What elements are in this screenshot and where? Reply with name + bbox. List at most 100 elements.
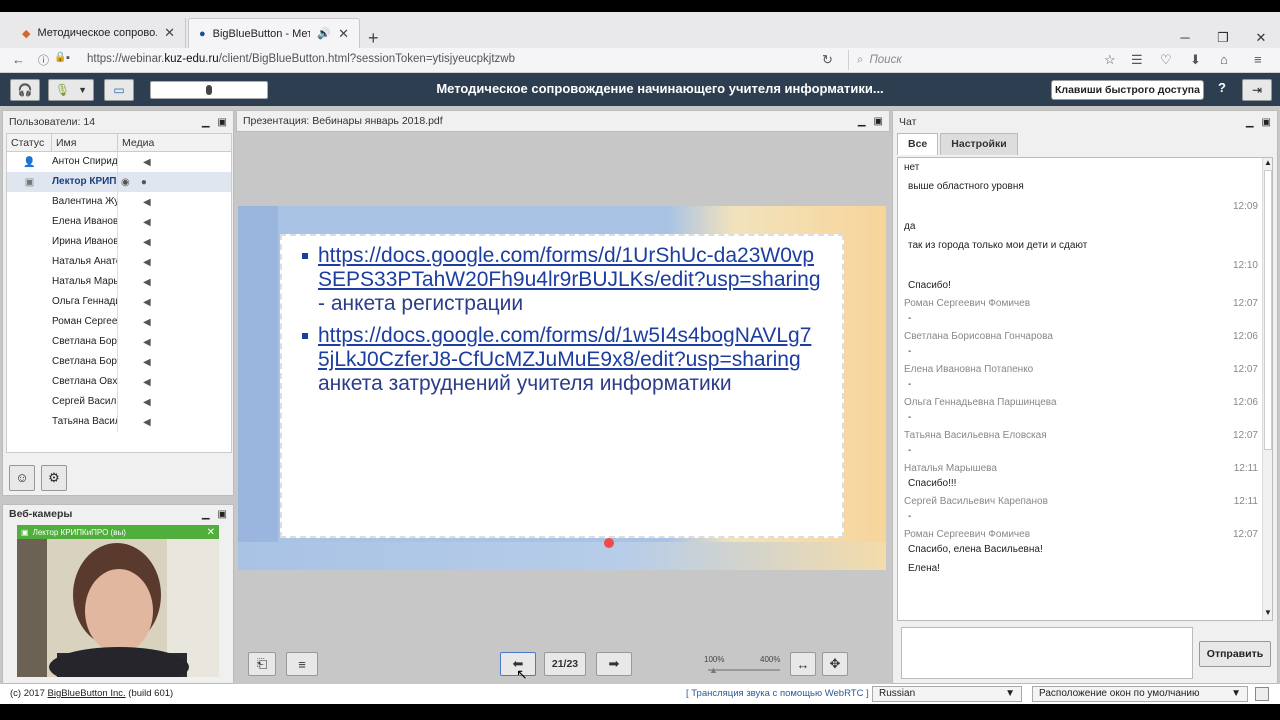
- registration-form-link[interactable]: https://docs.google.com/forms/d/1UrShUc-…: [318, 244, 821, 291]
- audio-icon: ◀: [143, 216, 151, 228]
- user-row[interactable]: 👤 Антон Спиридо ◀: [7, 152, 231, 172]
- column-media[interactable]: Медиа: [118, 134, 178, 151]
- user-row[interactable]: Татьяна Васил ◀: [7, 412, 231, 432]
- speaker-icon[interactable]: 🔊: [317, 27, 331, 40]
- browser-tab-strip: ◆ Методическое сопрово... ✕ ● BigBlueBut…: [0, 12, 1280, 48]
- zoom-slider-thumb[interactable]: ▲: [709, 665, 718, 675]
- chat-text: выше областного уровня: [908, 181, 1024, 192]
- user-row[interactable]: Елена Ивановн ◀: [7, 212, 231, 232]
- tab-settings[interactable]: Настройки: [940, 133, 1018, 155]
- new-tab-icon[interactable]: +: [368, 28, 379, 49]
- webcam-button[interactable]: ▭: [104, 79, 134, 101]
- home-icon[interactable]: ⌂: [1220, 52, 1228, 67]
- column-name[interactable]: Имя: [52, 134, 118, 151]
- bookmark-star-icon[interactable]: ☆: [1104, 52, 1116, 68]
- user-row[interactable]: Светлана Бори ◀: [7, 332, 231, 352]
- info-icon[interactable]: ⓘ: [38, 52, 49, 68]
- bbb-link[interactable]: BigBlueButton Inc.: [48, 688, 126, 699]
- minimize-icon[interactable]: ▁: [1246, 117, 1254, 128]
- minimize-icon[interactable]: ▁: [858, 116, 866, 127]
- url-bar[interactable]: https://webinar.kuz-edu.ru/client/BigBlu…: [87, 53, 515, 65]
- user-row[interactable]: Наталья Марыш ◀: [7, 272, 231, 292]
- users-panel: Пользователи: 14 ▁ ▣ Статус Имя Медиа 👤 А…: [2, 110, 234, 496]
- tab-all[interactable]: Все: [897, 133, 939, 155]
- chat-scrollbar[interactable]: ▲ ▼: [1262, 158, 1272, 620]
- language-select[interactable]: Russian ▼: [872, 686, 1022, 702]
- maximize-icon[interactable]: ▣: [218, 117, 227, 128]
- build-text: (build 601): [125, 688, 174, 699]
- scroll-down-icon[interactable]: ▼: [1264, 608, 1272, 617]
- headset-button[interactable]: 🎧: [10, 79, 40, 101]
- poll-button[interactable]: ≡: [286, 652, 318, 676]
- user-row[interactable]: Светлана Овх ◀: [7, 372, 231, 392]
- chat-message-header: Светлана Борисовна Гончарова 12:06: [904, 328, 1258, 342]
- minimize-icon[interactable]: ▁: [202, 509, 210, 520]
- user-name: Светлана Бори: [52, 332, 118, 352]
- volume-slider[interactable]: [150, 81, 268, 99]
- close-tab-icon[interactable]: ✕: [338, 26, 349, 42]
- webcam-video[interactable]: ▣ Лектор КРИПКиПРО (вы) ✕: [17, 525, 219, 677]
- zoom-slider[interactable]: [708, 669, 780, 671]
- shortcuts-button[interactable]: Клавиши быстрого доступа: [1051, 80, 1204, 100]
- volume-slider-knob[interactable]: [206, 85, 212, 95]
- scrollbar-thumb[interactable]: [1264, 170, 1272, 450]
- next-slide-button[interactable]: ➡: [596, 652, 632, 676]
- microphone-button[interactable]: 🎙 ▼: [48, 79, 94, 101]
- scroll-up-icon[interactable]: ▲: [1264, 158, 1272, 167]
- users-list: Статус Имя Медиа 👤 Антон Спиридо ◀ ▣ Лектор…: [6, 133, 232, 453]
- chat-input[interactable]: [901, 627, 1193, 679]
- user-row[interactable]: Роман Сергеев ◀: [7, 312, 231, 332]
- chat-text: Спасибо!!!: [908, 478, 957, 489]
- microphone-icon: 🎙: [54, 83, 71, 97]
- column-status[interactable]: Статус: [7, 134, 52, 151]
- help-button[interactable]: ?: [1212, 80, 1232, 100]
- pocket-icon[interactable]: ♡: [1160, 52, 1172, 68]
- layout-select[interactable]: Расположение окон по умолчанию ▼: [1032, 686, 1248, 702]
- user-row[interactable]: Наталья Анато ◀: [7, 252, 231, 272]
- language-value: Russian: [879, 688, 916, 699]
- upload-button[interactable]: ⎗: [248, 652, 276, 676]
- chat-messages[interactable]: нет выше областного уровня 12:09 да так из г…: [897, 157, 1273, 621]
- bbb-toolbar: 🎧 🎙 ▼ ▭ Методическое сопровождение начина…: [0, 73, 1280, 106]
- reader-list-icon[interactable]: ☰: [1131, 52, 1143, 68]
- close-webcam-icon[interactable]: ✕: [207, 527, 215, 538]
- download-icon[interactable]: ⬇: [1190, 52, 1201, 68]
- chat-text: нет: [904, 162, 920, 173]
- presentation-slide[interactable]: https://docs.google.com/forms/d/1UrShUc-…: [238, 206, 886, 570]
- reload-icon[interactable]: ↻: [822, 52, 833, 68]
- close-tab-icon[interactable]: ✕: [164, 25, 175, 41]
- settings-button[interactable]: ⚙: [41, 465, 67, 491]
- maximize-icon[interactable]: ▣: [218, 509, 227, 520]
- chat-message: Роман Сергеевич Фомичев 12:07 Спасибо, еле…: [898, 526, 1272, 559]
- user-row[interactable]: Валентина Жу ◀: [7, 192, 231, 212]
- apply-layout-button[interactable]: [1255, 687, 1269, 701]
- browser-nav-bar: ← ⓘ 🔒 ▪ https://webinar.kuz-edu.ru/clien…: [0, 48, 1280, 73]
- user-name: Елена Ивановн: [52, 212, 118, 232]
- browser-tab-methodical[interactable]: ◆ Методическое сопрово... ✕: [12, 18, 186, 48]
- emoji-status-button[interactable]: ☺: [9, 465, 35, 491]
- user-row[interactable]: Светлана Бори ◀: [7, 352, 231, 372]
- maximize-icon[interactable]: ▣: [1262, 117, 1271, 128]
- user-row[interactable]: ▣ Лектор КРИПКиПРО◉ ●: [7, 172, 231, 192]
- chat-sender: Светлана Борисовна Гончарова: [904, 331, 1053, 342]
- difficulties-form-link[interactable]: https://docs.google.com/forms/d/1w5I4s4b…: [318, 324, 811, 371]
- minimize-window-icon[interactable]: ─: [1170, 30, 1200, 45]
- menu-icon[interactable]: ≡: [1254, 52, 1262, 67]
- maximize-icon[interactable]: ▣: [874, 116, 883, 127]
- user-row[interactable]: Ольга Геннади ◀: [7, 292, 231, 312]
- user-row[interactable]: Сергей Василь ◀: [7, 392, 231, 412]
- chat-text: -: [908, 511, 912, 522]
- minimize-icon[interactable]: ▁: [202, 117, 210, 128]
- logout-button[interactable]: ⇥: [1242, 79, 1272, 101]
- webcam-media-icon: ◉ ●: [121, 176, 147, 188]
- fit-width-button[interactable]: ↔: [790, 652, 816, 676]
- page-indicator[interactable]: 21/23: [544, 652, 586, 676]
- send-button[interactable]: Отправить: [1199, 641, 1271, 667]
- fit-page-button[interactable]: ✥: [822, 652, 848, 676]
- browser-tab-bigbluebutton[interactable]: ● BigBlueButton - Мето... 🔊 ✕: [188, 18, 360, 48]
- search-input[interactable]: ⌕ Поиск: [848, 50, 1088, 70]
- user-row[interactable]: Ирина Ивановн ◀: [7, 232, 231, 252]
- back-icon[interactable]: ←: [12, 52, 25, 67]
- close-window-icon[interactable]: ✕: [1246, 30, 1276, 46]
- restore-window-icon[interactable]: ❐: [1208, 30, 1238, 46]
